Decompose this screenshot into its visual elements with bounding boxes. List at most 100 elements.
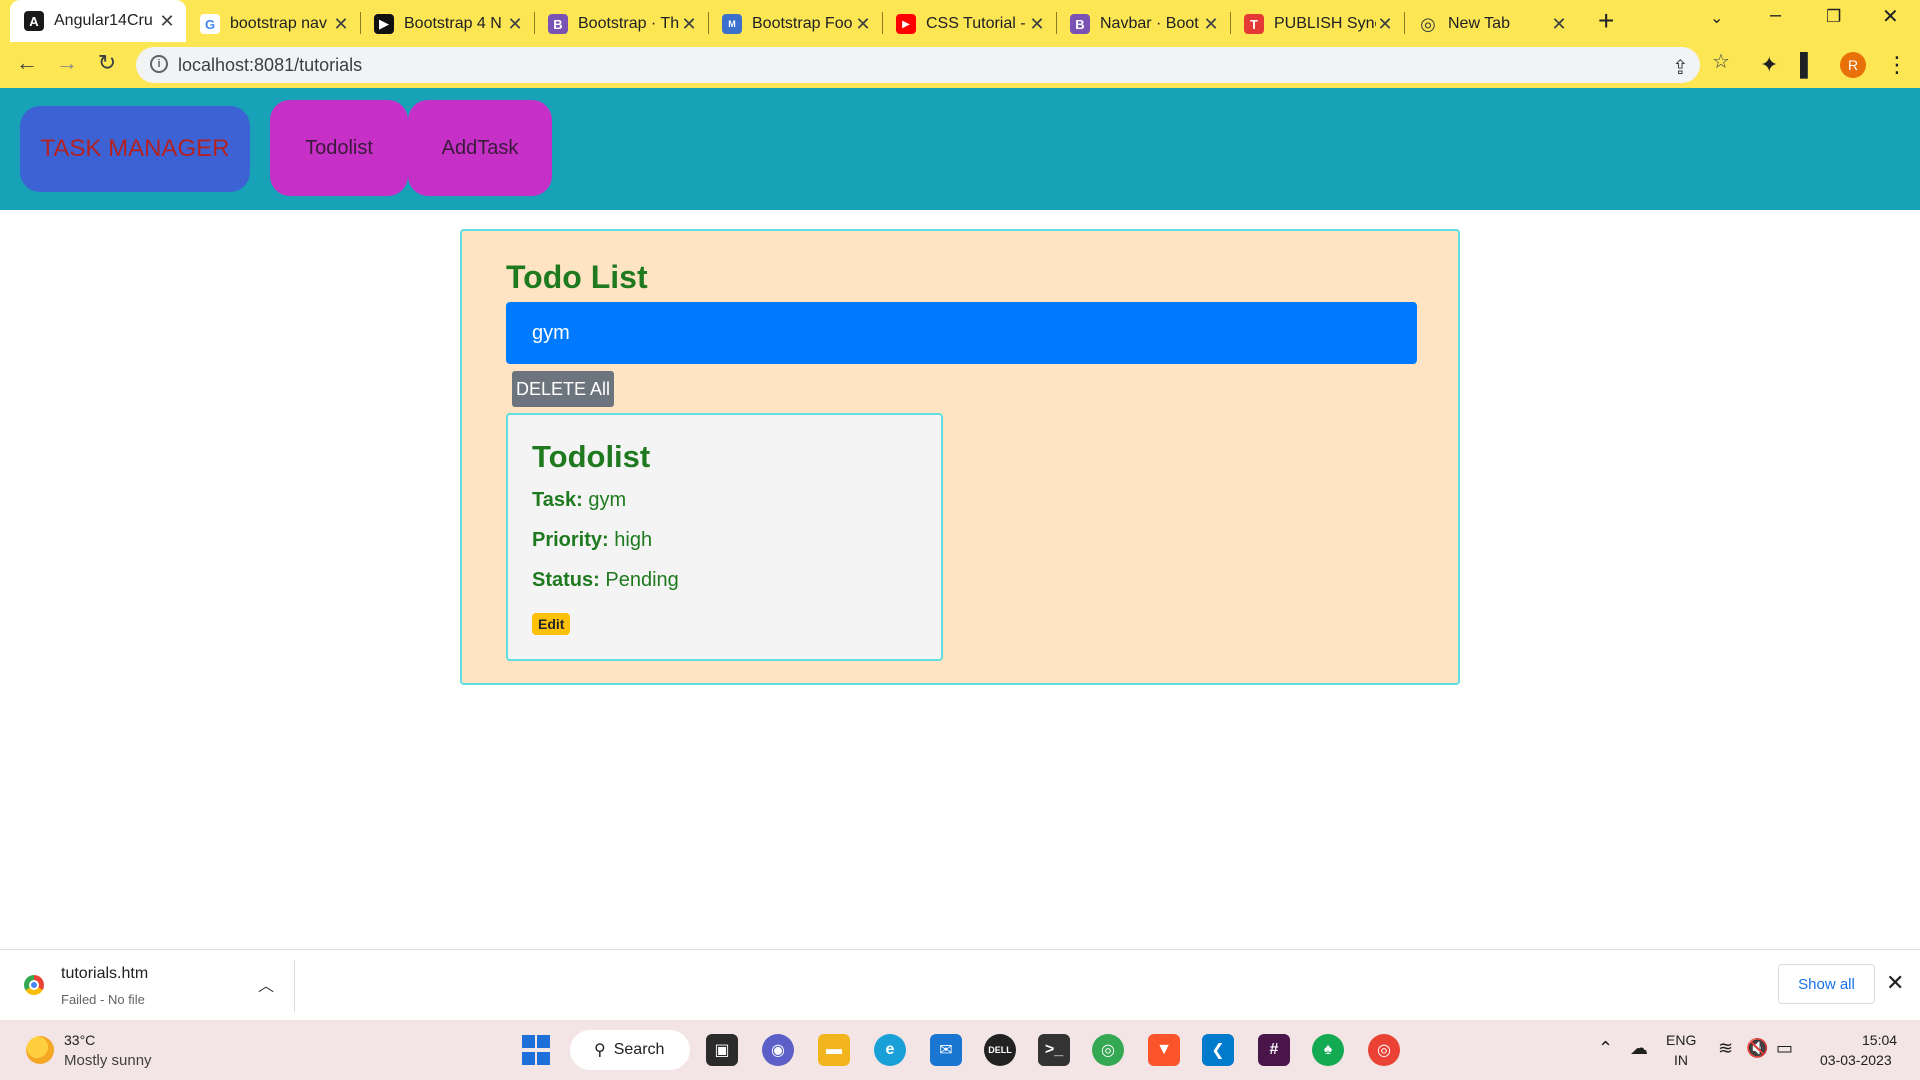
- task-view-icon[interactable]: ▣: [706, 1034, 738, 1066]
- browser-tab-strip: A Angular14Cru ✕ G bootstrap nav ✕ ▶ Boo…: [0, 0, 1920, 42]
- close-icon[interactable]: ✕: [1028, 14, 1046, 35]
- close-icon[interactable]: ✕: [506, 14, 524, 35]
- dell-icon[interactable]: DELL: [984, 1034, 1016, 1066]
- wifi-icon[interactable]: ≋: [1718, 1038, 1733, 1059]
- tab-title: PUBLISH Sync: [1274, 15, 1376, 32]
- taskbar-search[interactable]: ⚲ Search: [570, 1030, 690, 1070]
- file-explorer-icon[interactable]: ▬: [818, 1034, 850, 1066]
- new-tab-plus-icon[interactable]: +: [1598, 6, 1614, 36]
- speaker-muted-icon[interactable]: 🔇: [1746, 1038, 1768, 1059]
- tab-angular14crud[interactable]: A Angular14Cru ✕: [10, 0, 186, 42]
- tab-navbar-bootstrap[interactable]: B Navbar · Boot ✕: [1056, 6, 1230, 42]
- edit-button[interactable]: Edit: [532, 613, 571, 635]
- show-all-button[interactable]: Show all: [1778, 964, 1875, 1004]
- url-text[interactable]: localhost:8081/tutorials: [178, 55, 362, 76]
- teams-chat-icon[interactable]: ◉: [762, 1034, 794, 1066]
- share-icon[interactable]: ⇪: [1672, 55, 1689, 80]
- nav-link-todolist[interactable]: Todolist: [270, 100, 408, 196]
- back-arrow-icon[interactable]: ←: [12, 50, 42, 76]
- terminal-icon[interactable]: >_: [1038, 1034, 1070, 1066]
- tab-title: Angular14Cru: [54, 12, 153, 29]
- site-info-icon[interactable]: i: [150, 55, 168, 73]
- chevron-up-icon[interactable]: ⌃: [1598, 1038, 1613, 1059]
- tab-new-tab[interactable]: ◎ New Tab ✕: [1404, 6, 1578, 42]
- todo-panel: Todo List gym DELETE All Todolist Task: …: [460, 229, 1460, 685]
- priority-value: high: [614, 529, 653, 551]
- edge-icon[interactable]: e: [874, 1034, 906, 1066]
- tab-search-chevron-icon[interactable]: ⌄: [1710, 8, 1723, 28]
- weather-description[interactable]: Mostly sunny: [64, 1052, 152, 1069]
- profile-avatar[interactable]: R: [1840, 52, 1866, 78]
- close-icon[interactable]: ✕: [1376, 14, 1394, 35]
- status-field: Status: Pending: [532, 569, 679, 592]
- windows-taskbar: 33°C Mostly sunny ⚲ Search ▣ ◉ ▬ e ✉ DEL…: [0, 1020, 1920, 1080]
- chrome-profile-icon[interactable]: ◎: [1368, 1034, 1400, 1066]
- extensions-puzzle-icon[interactable]: ✦: [1760, 52, 1778, 78]
- priority-field: Priority: high: [532, 529, 652, 552]
- task-label: Task:: [532, 489, 583, 511]
- browser-toolbar: ← → ↻ i localhost:8081/tutorials ⇪ ☆: [0, 42, 1920, 88]
- tab-title: Bootstrap 4 N: [404, 15, 502, 32]
- chrome-file-icon: [24, 975, 44, 995]
- download-file-name[interactable]: tutorials.htm: [61, 965, 148, 983]
- search-icon: ⚲: [594, 1042, 606, 1059]
- close-icon[interactable]: ✕: [854, 14, 872, 35]
- temperature[interactable]: 33°C: [64, 1032, 95, 1048]
- tab-bootstrap-footer[interactable]: M Bootstrap Foo ✕: [708, 6, 882, 42]
- window-close-icon[interactable]: ✕: [1882, 4, 1899, 29]
- side-panel-icon[interactable]: ▌: [1800, 52, 1816, 78]
- reload-icon[interactable]: ↻: [92, 50, 122, 76]
- language-code[interactable]: ENG: [1666, 1032, 1696, 1048]
- angular-icon: A: [24, 11, 44, 31]
- weather-sun-icon[interactable]: [26, 1036, 54, 1064]
- mdb-icon: M: [722, 14, 742, 34]
- mail-icon[interactable]: ✉: [930, 1034, 962, 1066]
- tab-bootstrap-nav[interactable]: G bootstrap nav ✕: [186, 6, 360, 42]
- publish-icon: T: [1244, 14, 1264, 34]
- brave-icon[interactable]: ▼: [1148, 1034, 1180, 1066]
- chevron-up-icon[interactable]: ︿: [258, 972, 274, 996]
- clock-time[interactable]: 15:04: [1862, 1032, 1897, 1048]
- tab-bootstrap-the[interactable]: B Bootstrap · Th ✕: [534, 6, 708, 42]
- close-icon[interactable]: ✕: [332, 14, 350, 35]
- mongodb-icon[interactable]: ♠: [1312, 1034, 1344, 1066]
- bookmark-star-icon[interactable]: ☆: [1712, 49, 1730, 74]
- tab-title: Bootstrap Foo: [752, 15, 853, 32]
- forward-arrow-icon[interactable]: →: [52, 50, 82, 76]
- more-menu-icon[interactable]: ⋮: [1886, 52, 1908, 78]
- close-icon[interactable]: ✕: [158, 11, 176, 32]
- minimize-icon[interactable]: –: [1770, 4, 1781, 27]
- chrome-icon: ◎: [1418, 14, 1438, 34]
- tab-bootstrap-4[interactable]: ▶ Bootstrap 4 N ✕: [360, 6, 534, 42]
- bootstrap-icon: B: [1070, 14, 1090, 34]
- tab-css-tutorial[interactable]: ▶ CSS Tutorial - ✕: [882, 6, 1056, 42]
- windows-start-icon[interactable]: [520, 1034, 552, 1066]
- video-icon: ▶: [374, 14, 394, 34]
- region-code[interactable]: IN: [1674, 1052, 1688, 1068]
- vscode-icon[interactable]: ❮: [1202, 1034, 1234, 1066]
- address-bar[interactable]: i localhost:8081/tutorials ⇪: [136, 47, 1700, 83]
- nav-link-addtask[interactable]: AddTask: [408, 100, 552, 196]
- close-icon[interactable]: ✕: [1886, 970, 1904, 996]
- status-value: Pending: [605, 569, 679, 591]
- chrome-icon[interactable]: ◎: [1092, 1034, 1124, 1066]
- battery-icon[interactable]: ▭: [1776, 1038, 1793, 1059]
- tab-title: New Tab: [1448, 15, 1510, 32]
- clock-date[interactable]: 03-03-2023: [1820, 1052, 1892, 1068]
- task-value: gym: [588, 489, 627, 511]
- tab-title: bootstrap nav: [230, 15, 327, 32]
- close-icon[interactable]: ✕: [1202, 14, 1220, 35]
- google-icon: G: [200, 14, 220, 34]
- task-detail-card: Todolist Task: gym Priority: high Status…: [506, 413, 943, 661]
- slack-icon[interactable]: #: [1258, 1034, 1290, 1066]
- brand-task-manager[interactable]: TASK MANAGER: [20, 106, 250, 192]
- restore-icon[interactable]: ❐: [1826, 7, 1841, 27]
- youtube-icon: ▶: [896, 14, 916, 34]
- list-item[interactable]: gym: [506, 302, 1417, 364]
- close-icon[interactable]: ✕: [680, 14, 698, 35]
- tab-publish-sync[interactable]: T PUBLISH Sync ✕: [1230, 6, 1404, 42]
- status-label: Status:: [532, 569, 600, 591]
- close-icon[interactable]: ✕: [1550, 14, 1568, 35]
- onedrive-icon[interactable]: ☁: [1630, 1038, 1648, 1059]
- delete-all-button[interactable]: DELETE All: [512, 371, 614, 407]
